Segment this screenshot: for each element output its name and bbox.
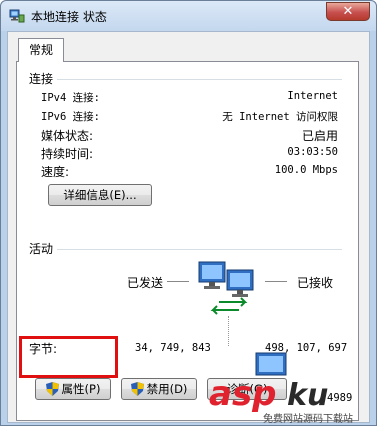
details-button[interactable]: 详细信息(E)... xyxy=(48,184,152,206)
watermark-brand: asp xyxy=(209,374,277,414)
status-window: 本地连接 状态 ✕ 常规 连接 IPv4 连接: Internet IPv6 连… xyxy=(0,0,377,426)
sent-line xyxy=(167,281,189,282)
speed-label: 速度: xyxy=(41,165,70,179)
title-bar[interactable]: 本地连接 状态 ✕ xyxy=(1,1,376,31)
duration-label: 持续时间: xyxy=(41,147,94,161)
sent-label: 已发送 xyxy=(127,276,164,290)
watermark-tagline: 免费网站源码下载站 xyxy=(263,412,353,425)
connection-section-label: 连接 xyxy=(29,72,54,86)
close-button[interactable]: ✕ xyxy=(326,2,370,21)
disable-button[interactable]: 禁用(D) xyxy=(121,378,197,400)
media-state-value: 已启用 xyxy=(301,129,338,143)
watermark-computer-icon xyxy=(255,352,287,376)
highlight-box xyxy=(19,336,118,378)
asp-ku-watermark: asp ku 免费网站源码下载站 xyxy=(209,352,353,425)
ipv6-label: IPv6 连接: xyxy=(41,111,100,123)
window-title: 本地连接 状态 xyxy=(31,10,107,24)
activity-connector xyxy=(228,316,230,346)
network-activity-icon xyxy=(198,261,254,315)
speed-value: 100.0 Mbps xyxy=(274,164,338,176)
tab-general[interactable]: 常规 xyxy=(18,38,64,62)
uac-shield-icon xyxy=(130,382,144,396)
uac-shield-icon xyxy=(45,382,59,396)
ipv4-label: IPv4 连接: xyxy=(41,92,100,104)
disable-label: 禁用(D) xyxy=(146,382,188,396)
received-label: 已接收 xyxy=(297,276,334,290)
duration-value: 03:03:50 xyxy=(287,146,338,158)
received-line xyxy=(265,281,287,282)
properties-button[interactable]: 属性(P) xyxy=(35,378,111,400)
network-icon xyxy=(9,9,25,23)
connection-divider xyxy=(57,79,342,80)
watermark-brand-suffix: ku xyxy=(287,378,328,413)
activity-section-label: 活动 xyxy=(29,242,54,256)
properties-label: 属性(P) xyxy=(61,382,101,396)
bytes-sent-value: 34, 749, 843 xyxy=(135,342,211,354)
ipv6-value: 无 Internet 访问权限 xyxy=(222,111,338,123)
activity-divider xyxy=(57,249,342,250)
ipv4-value: Internet xyxy=(287,90,338,102)
media-state-label: 媒体状态: xyxy=(41,129,94,143)
